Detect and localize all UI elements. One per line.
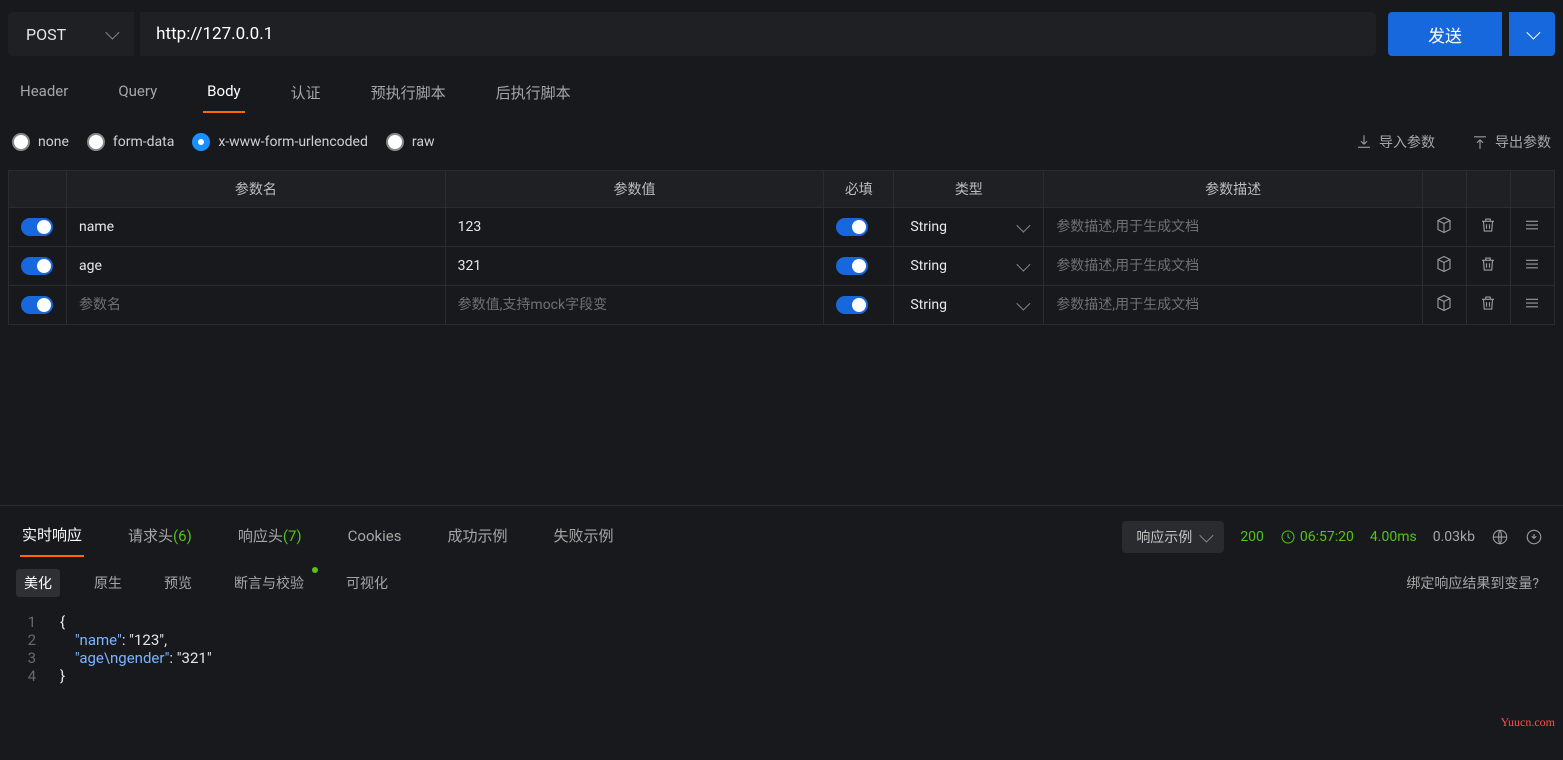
cube-icon[interactable]: [1435, 255, 1453, 273]
tab-认证[interactable]: 认证: [287, 74, 325, 113]
param-value-input[interactable]: [458, 297, 812, 313]
col-name: 参数名: [67, 171, 446, 208]
enable-toggle[interactable]: [21, 218, 53, 236]
trash-icon[interactable]: [1479, 255, 1497, 273]
param-name-input[interactable]: [79, 258, 433, 274]
type-select[interactable]: String: [906, 297, 1031, 313]
cube-icon[interactable]: [1435, 216, 1453, 234]
param-desc-input[interactable]: [1056, 219, 1410, 235]
type-select[interactable]: String: [906, 219, 1031, 235]
chevron-down-icon: [1017, 297, 1031, 311]
trash-icon[interactable]: [1479, 294, 1497, 312]
resp-tab-响应头[interactable]: 响应头(7): [236, 517, 304, 556]
resp-tab-失败示例[interactable]: 失败示例: [551, 517, 615, 556]
chevron-down-icon: [105, 26, 119, 40]
table-row: String: [9, 286, 1555, 325]
send-button[interactable]: 发送: [1388, 12, 1502, 56]
table-row: String: [9, 208, 1555, 247]
chevron-down-icon: [1526, 26, 1540, 40]
upload-icon: [1471, 133, 1489, 151]
export-params-button[interactable]: 导出参数: [1471, 132, 1551, 152]
tab-body[interactable]: Body: [203, 74, 244, 113]
radio-icon: [386, 133, 404, 151]
col-value: 参数值: [445, 171, 824, 208]
tab-后执行脚本[interactable]: 后执行脚本: [492, 74, 575, 113]
send-dropdown[interactable]: [1509, 12, 1555, 56]
param-desc-input[interactable]: [1056, 297, 1410, 313]
tab-header[interactable]: Header: [16, 74, 72, 113]
http-method-select[interactable]: POST: [8, 12, 134, 56]
enable-toggle[interactable]: [21, 296, 53, 314]
param-name-input[interactable]: [79, 219, 433, 235]
response-time: 06:57:20: [1280, 529, 1354, 545]
cube-icon[interactable]: [1435, 294, 1453, 312]
fmt-tab-原生[interactable]: 原生: [86, 569, 130, 597]
table-row: String: [9, 247, 1555, 286]
resp-tab-请求头[interactable]: 请求头(6): [126, 517, 194, 556]
http-method-value: POST: [26, 25, 66, 44]
enable-toggle[interactable]: [21, 257, 53, 275]
resp-tab-Cookies[interactable]: Cookies: [346, 519, 404, 555]
url-input[interactable]: [140, 12, 1376, 56]
chevron-down-icon: [1017, 219, 1031, 233]
fmt-tab-预览[interactable]: 预览: [156, 569, 200, 597]
body-type-none[interactable]: none: [12, 133, 69, 151]
import-params-button[interactable]: 导入参数: [1355, 132, 1435, 152]
watermark: Yuucn.com: [1501, 715, 1555, 730]
download-icon: [1355, 133, 1373, 151]
menu-icon[interactable]: [1523, 294, 1541, 312]
chevron-down-icon: [1017, 258, 1031, 272]
tab-query[interactable]: Query: [114, 74, 161, 113]
latency: 4.00ms: [1370, 529, 1417, 545]
menu-icon[interactable]: [1523, 216, 1541, 234]
params-table: 参数名 参数值 必填 类型 参数描述 String String String: [8, 170, 1555, 325]
col-required: 必填: [824, 171, 894, 208]
status-code: 200: [1240, 529, 1264, 545]
globe-icon[interactable]: [1491, 528, 1509, 546]
radio-icon: [87, 133, 105, 151]
resp-tab-实时响应[interactable]: 实时响应: [20, 516, 84, 557]
param-value-input[interactable]: [458, 219, 812, 235]
radio-icon: [12, 133, 30, 151]
param-name-input[interactable]: [79, 297, 433, 313]
required-toggle[interactable]: [836, 296, 868, 314]
body-type-form-data[interactable]: form-data: [87, 133, 174, 151]
fmt-tab-美化[interactable]: 美化: [16, 569, 60, 597]
indicator-dot: [312, 567, 318, 573]
col-type: 类型: [894, 171, 1044, 208]
clock-icon: [1280, 529, 1296, 545]
body-type-urlenc[interactable]: x-www-form-urlencoded: [192, 133, 368, 151]
response-example-select[interactable]: 响应示例: [1122, 521, 1224, 553]
trash-icon[interactable]: [1479, 216, 1497, 234]
fmt-tab-可视化[interactable]: 可视化: [338, 569, 396, 597]
col-desc: 参数描述: [1044, 171, 1423, 208]
response-body-code[interactable]: 1{2 "name": "123",3 "age\ngender": "321"…: [0, 609, 1563, 689]
fmt-tab-断言与校验[interactable]: 断言与校验: [226, 569, 312, 597]
resp-tab-成功示例[interactable]: 成功示例: [445, 517, 509, 556]
download-circle-icon[interactable]: [1525, 528, 1543, 546]
type-select[interactable]: String: [906, 258, 1031, 274]
required-toggle[interactable]: [836, 257, 868, 275]
radio-icon: [192, 133, 210, 151]
param-value-input[interactable]: [458, 258, 812, 274]
tab-预执行脚本[interactable]: 预执行脚本: [367, 74, 450, 113]
menu-icon[interactable]: [1523, 255, 1541, 273]
bind-response-link[interactable]: 绑定响应结果到变量?: [1406, 573, 1547, 593]
response-size: 0.03kb: [1433, 529, 1475, 545]
body-type-raw[interactable]: raw: [386, 133, 435, 151]
param-desc-input[interactable]: [1056, 258, 1410, 274]
chevron-down-icon: [1200, 528, 1214, 542]
required-toggle[interactable]: [836, 218, 868, 236]
